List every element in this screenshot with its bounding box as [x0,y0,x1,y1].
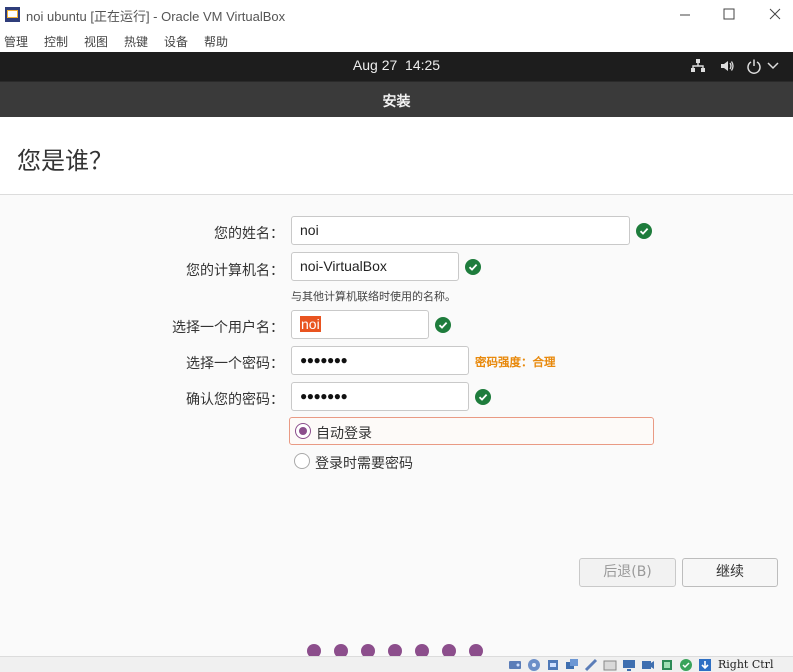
virtualbox-app-icon [5,7,20,22]
page-title: 您是谁？ [17,147,113,175]
close-icon [769,8,781,20]
close-window-button[interactable] [764,4,786,26]
menu-item-help[interactable]: 帮助 [204,33,228,50]
minimize-icon [680,14,690,16]
username-selected-text: noi [300,316,321,332]
clock[interactable]: Aug 27 14:25 [0,57,793,73]
recording-icon[interactable] [641,658,655,672]
maximize-icon [723,8,735,20]
clock-date: Aug 27 [352,57,398,73]
require-password-label: 登录时需要密码 [315,456,413,472]
display-icon[interactable] [622,658,636,672]
menu-item-control[interactable]: 控制 [44,33,68,50]
minimize-button[interactable] [674,4,696,26]
require-password-radio[interactable] [294,453,310,469]
menu-item-devices[interactable]: 设备 [164,33,188,50]
network-adapter-icon[interactable] [565,658,579,672]
computer-name-input[interactable]: noi-VirtualBox [291,252,459,281]
host-key-label: Right Ctrl [718,658,774,671]
clock-time: 14:25 [405,57,441,73]
virtualbox-status-bar: Right Ctrl [0,656,793,672]
name-valid-check-icon [636,223,652,239]
require-password-option[interactable]: 登录时需要密码 [289,448,654,476]
ubuntu-top-bar: Aug 27 14:25 [0,52,793,81]
continue-button[interactable]: 继续 [682,558,778,587]
usb-icon[interactable] [584,658,598,672]
window-title: noi ubuntu [正在运行] - Oracle VM VirtualBox [26,9,286,24]
page-heading-area: 您是谁？ [0,117,793,195]
menu-item-view[interactable]: 视图 [84,33,108,50]
back-button[interactable]: 后退(B) [579,558,676,587]
computer-name-label: 您的计算机名： [186,263,284,279]
auto-login-radio[interactable] [295,423,311,439]
cpu-icon[interactable] [660,658,674,672]
name-label: 您的姓名： [214,226,284,242]
name-input[interactable]: noi [291,216,630,245]
chevron-down-icon[interactable] [767,62,779,70]
network-icon[interactable] [690,58,706,74]
menu-item-hotkeys[interactable]: 热键 [124,33,148,50]
username-label: 选择一个用户名： [172,320,284,336]
audio-icon[interactable] [546,658,560,672]
username-valid-check-icon [435,317,451,333]
confirm-password-label: 确认您的密码： [186,392,284,408]
window-titlebar: noi ubuntu [正在运行] - Oracle VM VirtualBox [0,0,793,30]
installer-title: 安装 [382,94,411,110]
installer-header: 安装 [0,81,793,117]
computer-name-hint: 与其他计算机联络时使用的名称。 [291,290,456,303]
volume-icon[interactable] [719,58,735,74]
power-icon[interactable] [746,58,762,74]
computer-name-valid-check-icon [465,259,481,275]
password-label: 选择一个密码： [186,356,284,372]
menu-bar: 管理 控制 视图 热键 设备 帮助 [0,30,793,52]
confirm-password-valid-check-icon [475,389,491,405]
username-input[interactable]: noi [291,310,429,339]
hard-disk-icon[interactable] [508,658,522,672]
optical-drive-icon[interactable] [527,658,541,672]
installer-page: 您是谁？ 您的姓名： noi 您的计算机名： noi-VirtualBox 与其… [0,117,793,658]
maximize-button[interactable] [718,4,740,26]
password-input[interactable]: ●●●●●●● [291,346,469,375]
menu-item-manage[interactable]: 管理 [4,33,28,50]
password-strength: 密码强度：合理 [475,355,556,369]
confirm-password-mask: ●●●●●●● [300,389,348,403]
password-mask: ●●●●●●● [300,353,348,367]
auto-login-label: 自动登录 [316,426,372,442]
confirm-password-input[interactable]: ●●●●●●● [291,382,469,411]
shared-folder-icon[interactable] [603,658,617,672]
mouse-integration-icon[interactable] [698,658,712,672]
vtx-icon[interactable] [679,658,693,672]
auto-login-option[interactable]: 自动登录 [289,417,654,445]
